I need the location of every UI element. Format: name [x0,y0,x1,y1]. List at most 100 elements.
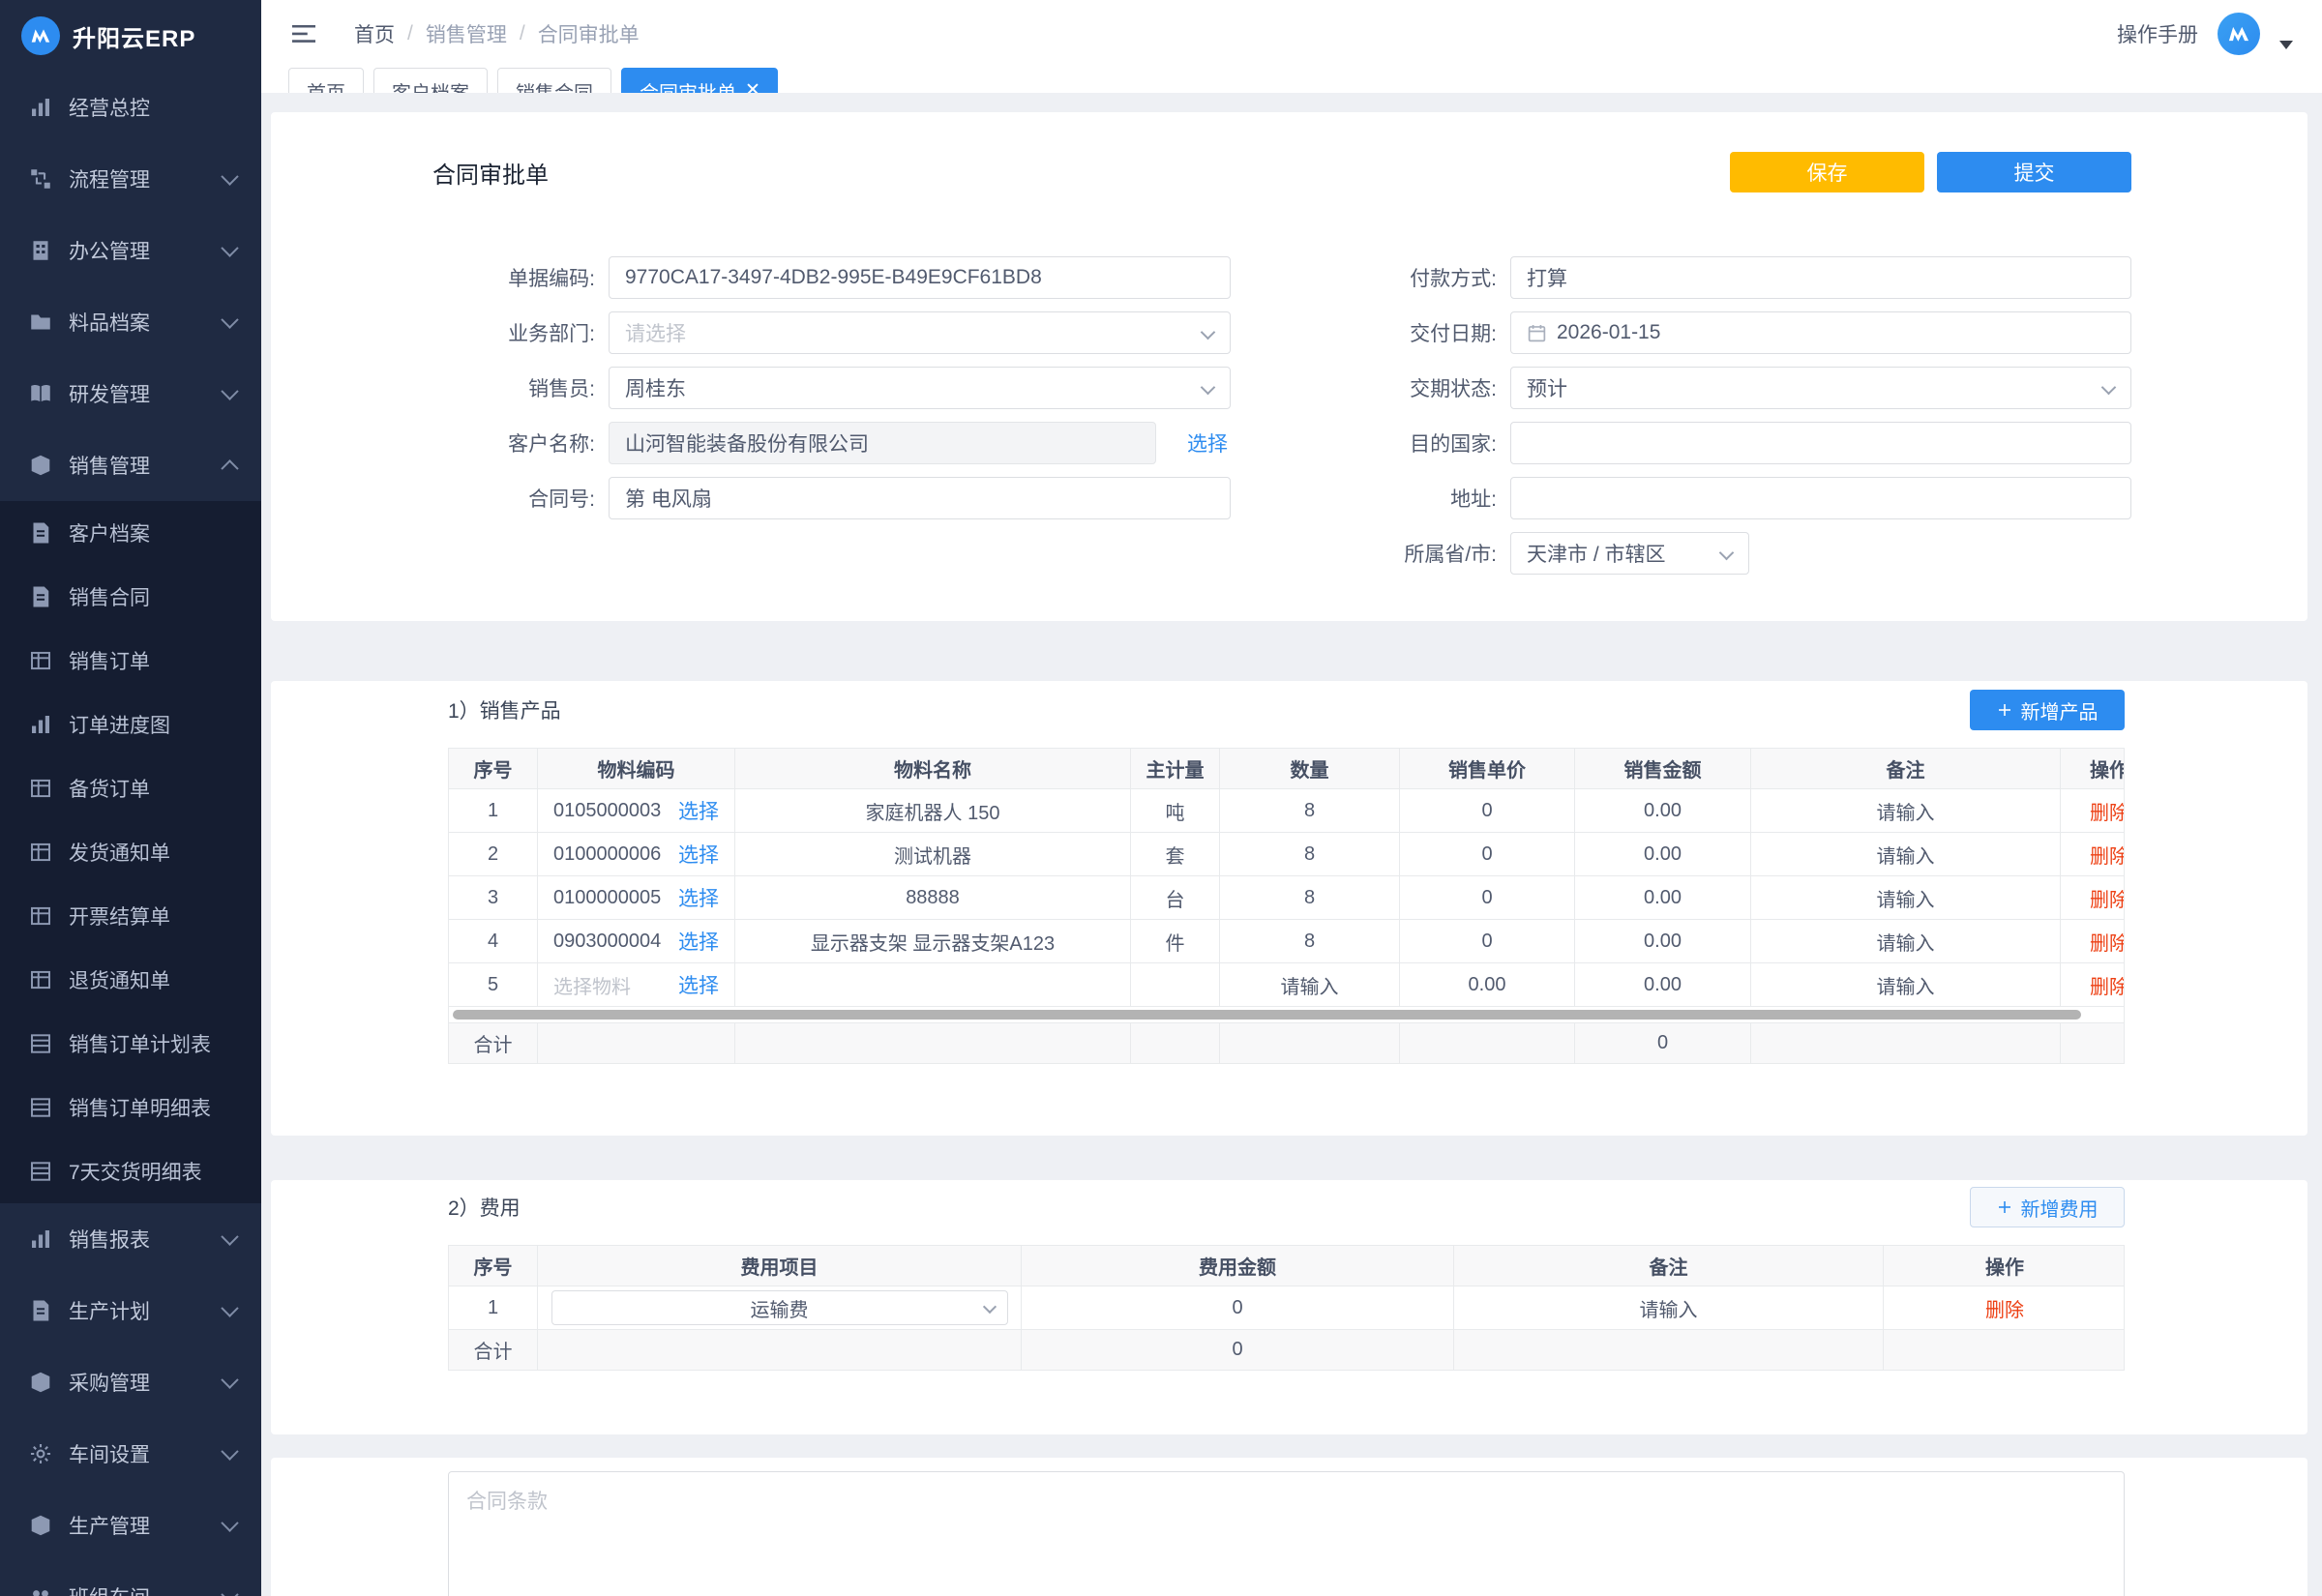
delivery-date-input[interactable]: 2026-01-15 [1510,311,2131,354]
table-row: 5 选择物料 选择 请输入 0.00 0.00 请输入 删除 [449,963,2125,1007]
collapse-menu-icon[interactable] [290,22,317,45]
select-material-link[interactable]: 选择 [678,840,719,869]
customer-select-link[interactable]: 选择 [1187,429,1228,458]
sidebar-item-rd-mgmt[interactable]: 研发管理 [0,358,261,429]
breadcrumb-home[interactable]: 首页 [354,19,395,48]
scrollbar-thumb[interactable] [453,1010,2081,1020]
close-icon[interactable] [746,82,759,93]
sidebar-item-invoice-settlement[interactable]: 开票结算单 [0,884,261,948]
contract-no-input[interactable]: 第 电风扇 [609,477,1231,519]
cell-note[interactable]: 请输入 [1751,833,2061,876]
dept-label: 业务部门: [432,318,609,347]
delete-row-link[interactable]: 删除 [2090,971,2125,999]
sidebar-item-order-progress[interactable]: 订单进度图 [0,693,261,756]
dest-country-input[interactable] [1510,422,2131,464]
delete-row-link[interactable]: 删除 [1985,1294,2024,1322]
fees-card: 2）费用 新增费用 序号 费用项目 费用金额 备注 操作 1 运输费 0 请输入 [271,1180,2307,1434]
chevron-down-icon [221,1585,238,1596]
cell-note[interactable]: 请输入 [1751,920,2061,963]
sidebar-item-purchase-mgmt[interactable]: 采购管理 [0,1346,261,1418]
delete-row-link[interactable]: 删除 [2090,928,2125,956]
manual-link[interactable]: 操作手册 [2117,19,2198,48]
select-material-link[interactable]: 选择 [678,883,719,912]
province-cascader[interactable]: 天津市 / 市辖区 [1510,532,1749,575]
select-material-link[interactable]: 选择 [678,970,719,999]
sidebar-item-stock-order[interactable]: 备货订单 [0,756,261,820]
select-material-link[interactable]: 选择 [678,796,719,825]
sidebar-item-7day-delivery-detail[interactable]: 7天交货明细表 [0,1139,261,1203]
breadcrumb-separator: / [407,22,413,45]
delete-row-link[interactable]: 删除 [2090,841,2125,869]
cell-note[interactable]: 请输入 [1751,876,2061,920]
add-fee-button[interactable]: 新增费用 [1970,1187,2125,1227]
sidebar-item-material-archive[interactable]: 料品档案 [0,286,261,358]
delete-row-link[interactable]: 删除 [2090,884,2125,912]
cell-price[interactable]: 0 [1400,920,1575,963]
add-product-button[interactable]: 新增产品 [1970,690,2125,730]
sidebar-item-sales-mgmt[interactable]: 销售管理 [0,429,261,501]
cell-fee-amount[interactable]: 0 [1022,1286,1454,1330]
payment-input[interactable]: 打算 [1510,256,2131,299]
caret-down-icon[interactable] [2279,41,2293,49]
submit-button[interactable]: 提交 [1937,152,2131,192]
tab-contract-approval[interactable]: 合同审批单 [621,68,778,93]
cell-note[interactable]: 请输入 [1454,1286,1884,1330]
cell-note[interactable]: 请输入 [1751,963,2061,1007]
sidebar-item-shipping-notice[interactable]: 发货通知单 [0,820,261,884]
cell-price[interactable]: 0 [1400,789,1575,833]
contract-terms-textarea[interactable]: 合同条款 [448,1471,2125,1596]
cell-qty[interactable]: 8 [1220,920,1400,963]
delivery-status-select[interactable]: 预计 [1510,367,2131,409]
tab-sales-contract[interactable]: 销售合同 [497,68,611,93]
avatar[interactable] [2218,13,2260,55]
table-row: 1 0105000003 选择 家庭机器人 150 吨 8 0 0.00 请输入… [449,789,2125,833]
sidebar-item-sales-report[interactable]: 销售报表 [0,1203,261,1275]
col-price: 销售单价 [1400,749,1575,789]
sidebar-item-workshop-settings[interactable]: 车间设置 [0,1418,261,1490]
app-logo: 升阳云ERP [0,0,261,72]
sidebar-item-team-workshop[interactable]: 班组车间 [0,1561,261,1596]
save-button[interactable]: 保存 [1730,152,1924,192]
doc-code-input[interactable]: 9770CA17-3497-4DB2-995E-B49E9CF61BD8 [609,256,1231,299]
tab-home[interactable]: 首页 [288,68,364,93]
chevron-down-icon [221,1227,238,1245]
dept-select[interactable]: 请选择 [609,311,1231,354]
sidebar-item-customer-archive[interactable]: 客户档案 [0,501,261,565]
sidebar-item-label: 7天交货明细表 [69,1157,202,1186]
sidebar-item-sales-contract[interactable]: 销售合同 [0,565,261,629]
table-icon [29,841,52,864]
chart-icon [29,96,52,119]
sidebar-item-production-plan[interactable]: 生产计划 [0,1275,261,1346]
sidebar-item-office-mgmt[interactable]: 办公管理 [0,215,261,286]
cell-qty[interactable]: 8 [1220,789,1400,833]
sidebar-item-label: 退货通知单 [69,965,170,994]
cell-note[interactable]: 请输入 [1751,789,2061,833]
cell-qty[interactable]: 请输入 [1220,963,1400,1007]
cell-price[interactable]: 0 [1400,833,1575,876]
cell-price[interactable]: 0.00 [1400,963,1575,1007]
sidebar-item-sales-order-detail[interactable]: 销售订单明细表 [0,1076,261,1139]
sidebar-item-process-mgmt[interactable]: 流程管理 [0,143,261,215]
tab-customer-archive[interactable]: 客户档案 [373,68,488,93]
address-input[interactable] [1510,477,2131,519]
sidebar-item-business-overview[interactable]: 经营总控 [0,72,261,143]
cell-unit: 件 [1131,920,1220,963]
cell-qty[interactable]: 8 [1220,833,1400,876]
app-logo-text: 升阳云ERP [73,19,195,53]
cell-index: 3 [449,876,538,920]
breadcrumb-sales-mgmt[interactable]: 销售管理 [426,19,507,48]
cell-price[interactable]: 0 [1400,876,1575,920]
fee-item-select[interactable]: 运输费 [551,1290,1008,1325]
province-value: 天津市 / 市辖区 [1527,539,1666,568]
sidebar-item-sales-order[interactable]: 销售订单 [0,629,261,693]
col-unit: 主计量 [1131,749,1220,789]
select-material-link[interactable]: 选择 [678,927,719,956]
col-qty: 数量 [1220,749,1400,789]
sidebar-item-sales-order-plan[interactable]: 销售订单计划表 [0,1012,261,1076]
delete-row-link[interactable]: 删除 [2090,797,2125,825]
province-label: 所属省/市: [1231,539,1510,568]
sidebar-item-production-mgmt[interactable]: 生产管理 [0,1490,261,1561]
cell-qty[interactable]: 8 [1220,876,1400,920]
salesman-select[interactable]: 周桂东 [609,367,1231,409]
sidebar-item-return-notice[interactable]: 退货通知单 [0,948,261,1012]
